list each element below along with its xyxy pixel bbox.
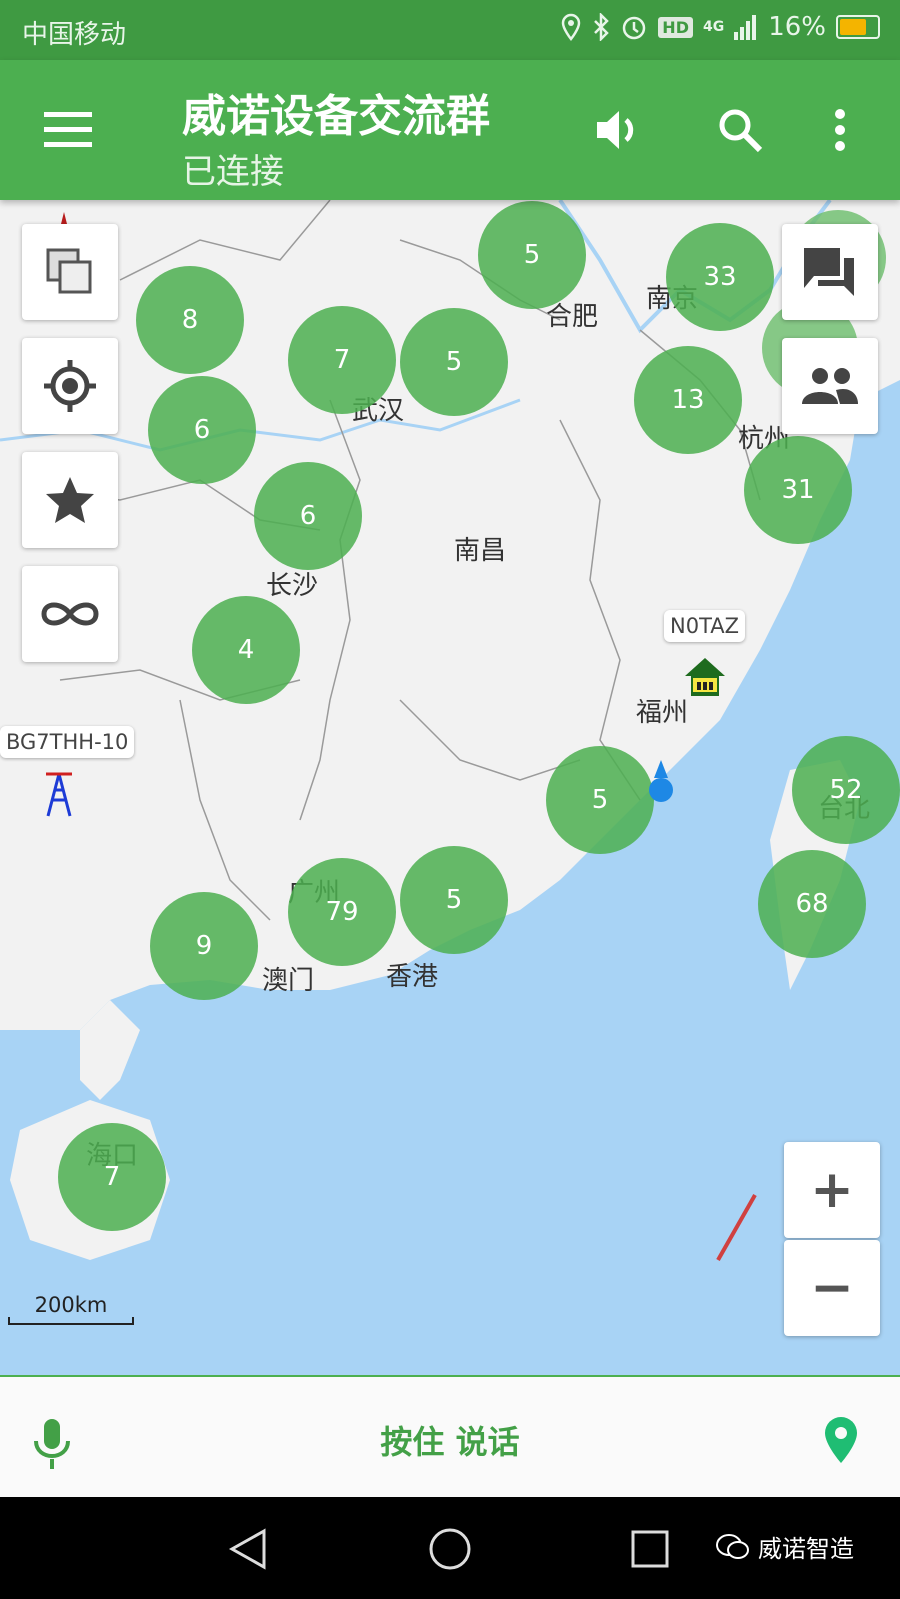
menu-icon[interactable] [40, 104, 96, 156]
search-icon[interactable] [712, 102, 768, 158]
speaker-icon[interactable] [592, 102, 648, 158]
city-label: 澳门 [262, 966, 315, 996]
tower-icon[interactable] [44, 770, 74, 818]
station-cluster[interactable]: 7 [288, 306, 396, 414]
alarm-icon [623, 16, 646, 40]
city-label: 香港 [386, 962, 439, 992]
layers-button[interactable] [22, 224, 118, 320]
signal-icon [734, 15, 757, 40]
city-label: 福州 [636, 698, 689, 728]
station-cluster[interactable]: 5 [400, 846, 508, 954]
station-cluster[interactable]: 79 [288, 858, 396, 966]
push-to-talk-button[interactable]: 按住 说话 [0, 1417, 900, 1463]
trail-button[interactable] [22, 566, 118, 662]
hd-badge: HD [658, 16, 693, 38]
chat-title: 威诺设备交流群 [182, 91, 490, 142]
star-icon [46, 477, 94, 523]
status-bar: 中国移动 HD 4G 16% [0, 0, 900, 60]
location-status-icon [562, 13, 581, 41]
recents-icon[interactable] [630, 1529, 670, 1569]
connection-status: 已连接 [182, 152, 284, 192]
station-cluster[interactable]: 5 [546, 746, 654, 854]
station-cluster[interactable]: 8 [136, 266, 244, 374]
station-cluster[interactable]: 13 [634, 346, 742, 454]
layers-icon [46, 248, 92, 294]
home-icon[interactable] [428, 1527, 472, 1571]
station-callsign[interactable]: BG7THH-10 [0, 726, 135, 758]
scale-bar: 200km [8, 1293, 134, 1325]
station-cluster[interactable]: 4 [192, 596, 300, 704]
house-icon[interactable] [683, 656, 727, 698]
favorite-button[interactable] [22, 452, 118, 548]
station-cluster[interactable]: 68 [758, 850, 866, 958]
chat-button[interactable] [782, 224, 878, 320]
station-cluster[interactable]: 5 [400, 308, 508, 416]
scale-label: 200km [34, 1293, 108, 1317]
station-cluster[interactable]: 31 [744, 436, 852, 544]
station-cluster[interactable]: 9 [150, 892, 258, 1000]
infinity-icon [41, 602, 99, 626]
locate-button[interactable] [22, 338, 118, 434]
locate-icon [44, 360, 96, 412]
map-view[interactable]: 合肥 南京 武汉 杭州 南昌 长沙 福州 广州 澳门 香港 台北 海口 5 33… [0, 200, 900, 1375]
wechat-icon [716, 1533, 749, 1559]
bottom-bar: 按住 说话 [0, 1375, 900, 1499]
station-cluster[interactable]: 5 [478, 201, 586, 309]
status-icons: HD 4G 16% [560, 12, 880, 42]
app-bar: 威诺设备交流群 已连接 [0, 60, 900, 200]
station-cluster[interactable]: 6 [148, 376, 256, 484]
location-pin-icon[interactable] [822, 1415, 860, 1465]
station-cluster[interactable]: 52 [792, 736, 900, 844]
network-label: 4G [702, 19, 725, 35]
city-label: 南昌 [454, 536, 507, 566]
chat-icon [804, 248, 854, 296]
zoom-out-button[interactable]: − [784, 1240, 880, 1336]
watermark: 威诺智造 [716, 1529, 854, 1564]
watermark-label: 威诺智造 [758, 1535, 854, 1563]
group-icon [802, 368, 858, 404]
battery-icon [836, 15, 880, 39]
more-vert-icon[interactable] [822, 104, 858, 156]
station-cluster[interactable]: 6 [254, 462, 362, 570]
carrier-label: 中国移动 [22, 20, 127, 50]
city-label: 长沙 [266, 571, 319, 601]
back-icon[interactable] [228, 1527, 268, 1571]
system-nav-bar: 威诺智造 [0, 1497, 900, 1599]
station-cluster[interactable]: 33 [666, 223, 774, 331]
zoom-in-button[interactable]: + [784, 1142, 880, 1238]
station-callsign[interactable]: N0TAZ [664, 610, 746, 642]
members-button[interactable] [782, 338, 878, 434]
bluetooth-icon [594, 13, 610, 41]
my-location-marker[interactable] [646, 758, 676, 808]
station-cluster[interactable]: 7 [58, 1123, 166, 1231]
battery-percent: 16% [768, 12, 826, 42]
